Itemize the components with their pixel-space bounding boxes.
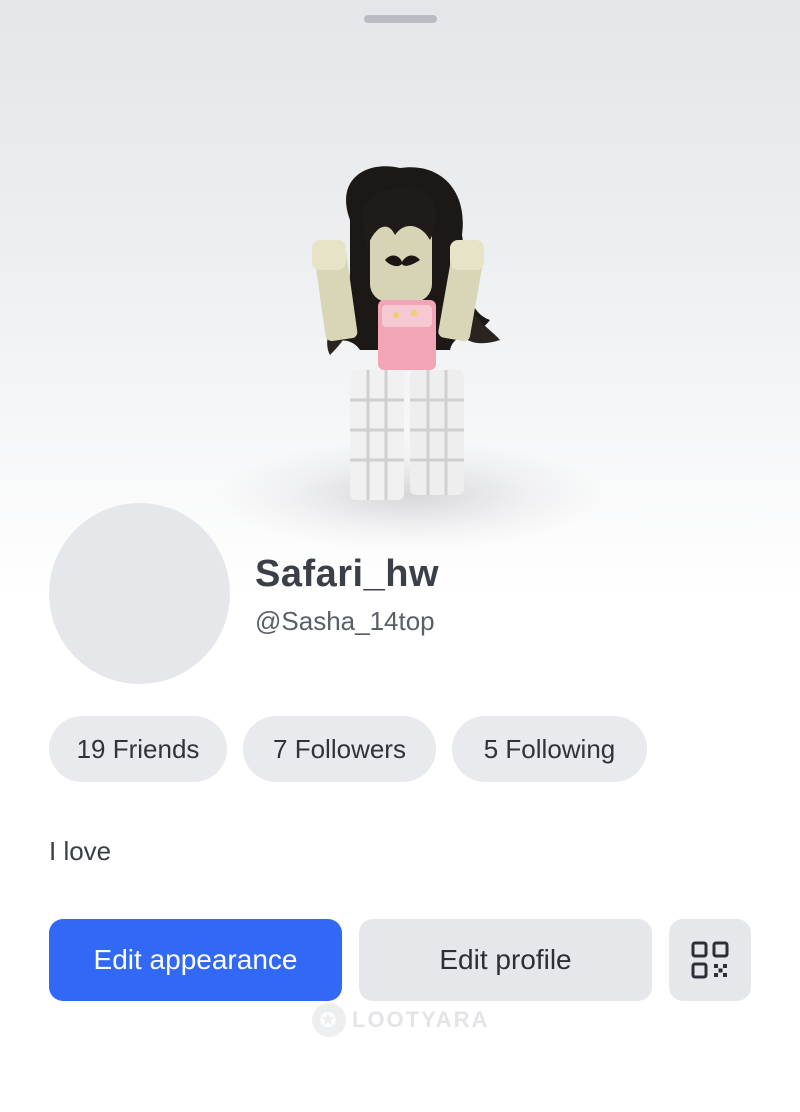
followers-pill[interactable]: 7 Followers xyxy=(243,716,436,782)
username: @Sasha_14top xyxy=(255,606,435,636)
bio-text: I love xyxy=(49,836,112,866)
qr-code-icon xyxy=(691,941,729,979)
watermark-logo-icon: ✪ xyxy=(312,1003,346,1037)
edit-appearance-button[interactable]: Edit appearance xyxy=(49,919,342,1001)
edit-profile-button[interactable]: Edit profile xyxy=(359,919,652,1001)
friends-pill[interactable]: 19 Friends xyxy=(49,716,227,782)
display-name: Safari_hw xyxy=(255,553,440,595)
following-pill[interactable]: 5 Following xyxy=(452,716,647,782)
qr-code-button[interactable] xyxy=(669,919,751,1001)
avatar[interactable] xyxy=(49,503,230,684)
sheet-drag-handle[interactable] xyxy=(364,15,437,23)
avatar-3d-figure xyxy=(312,166,500,500)
watermark-text: LOOTYARA xyxy=(352,1007,490,1032)
watermark: ✪ LOOTYARA xyxy=(312,1000,489,1040)
